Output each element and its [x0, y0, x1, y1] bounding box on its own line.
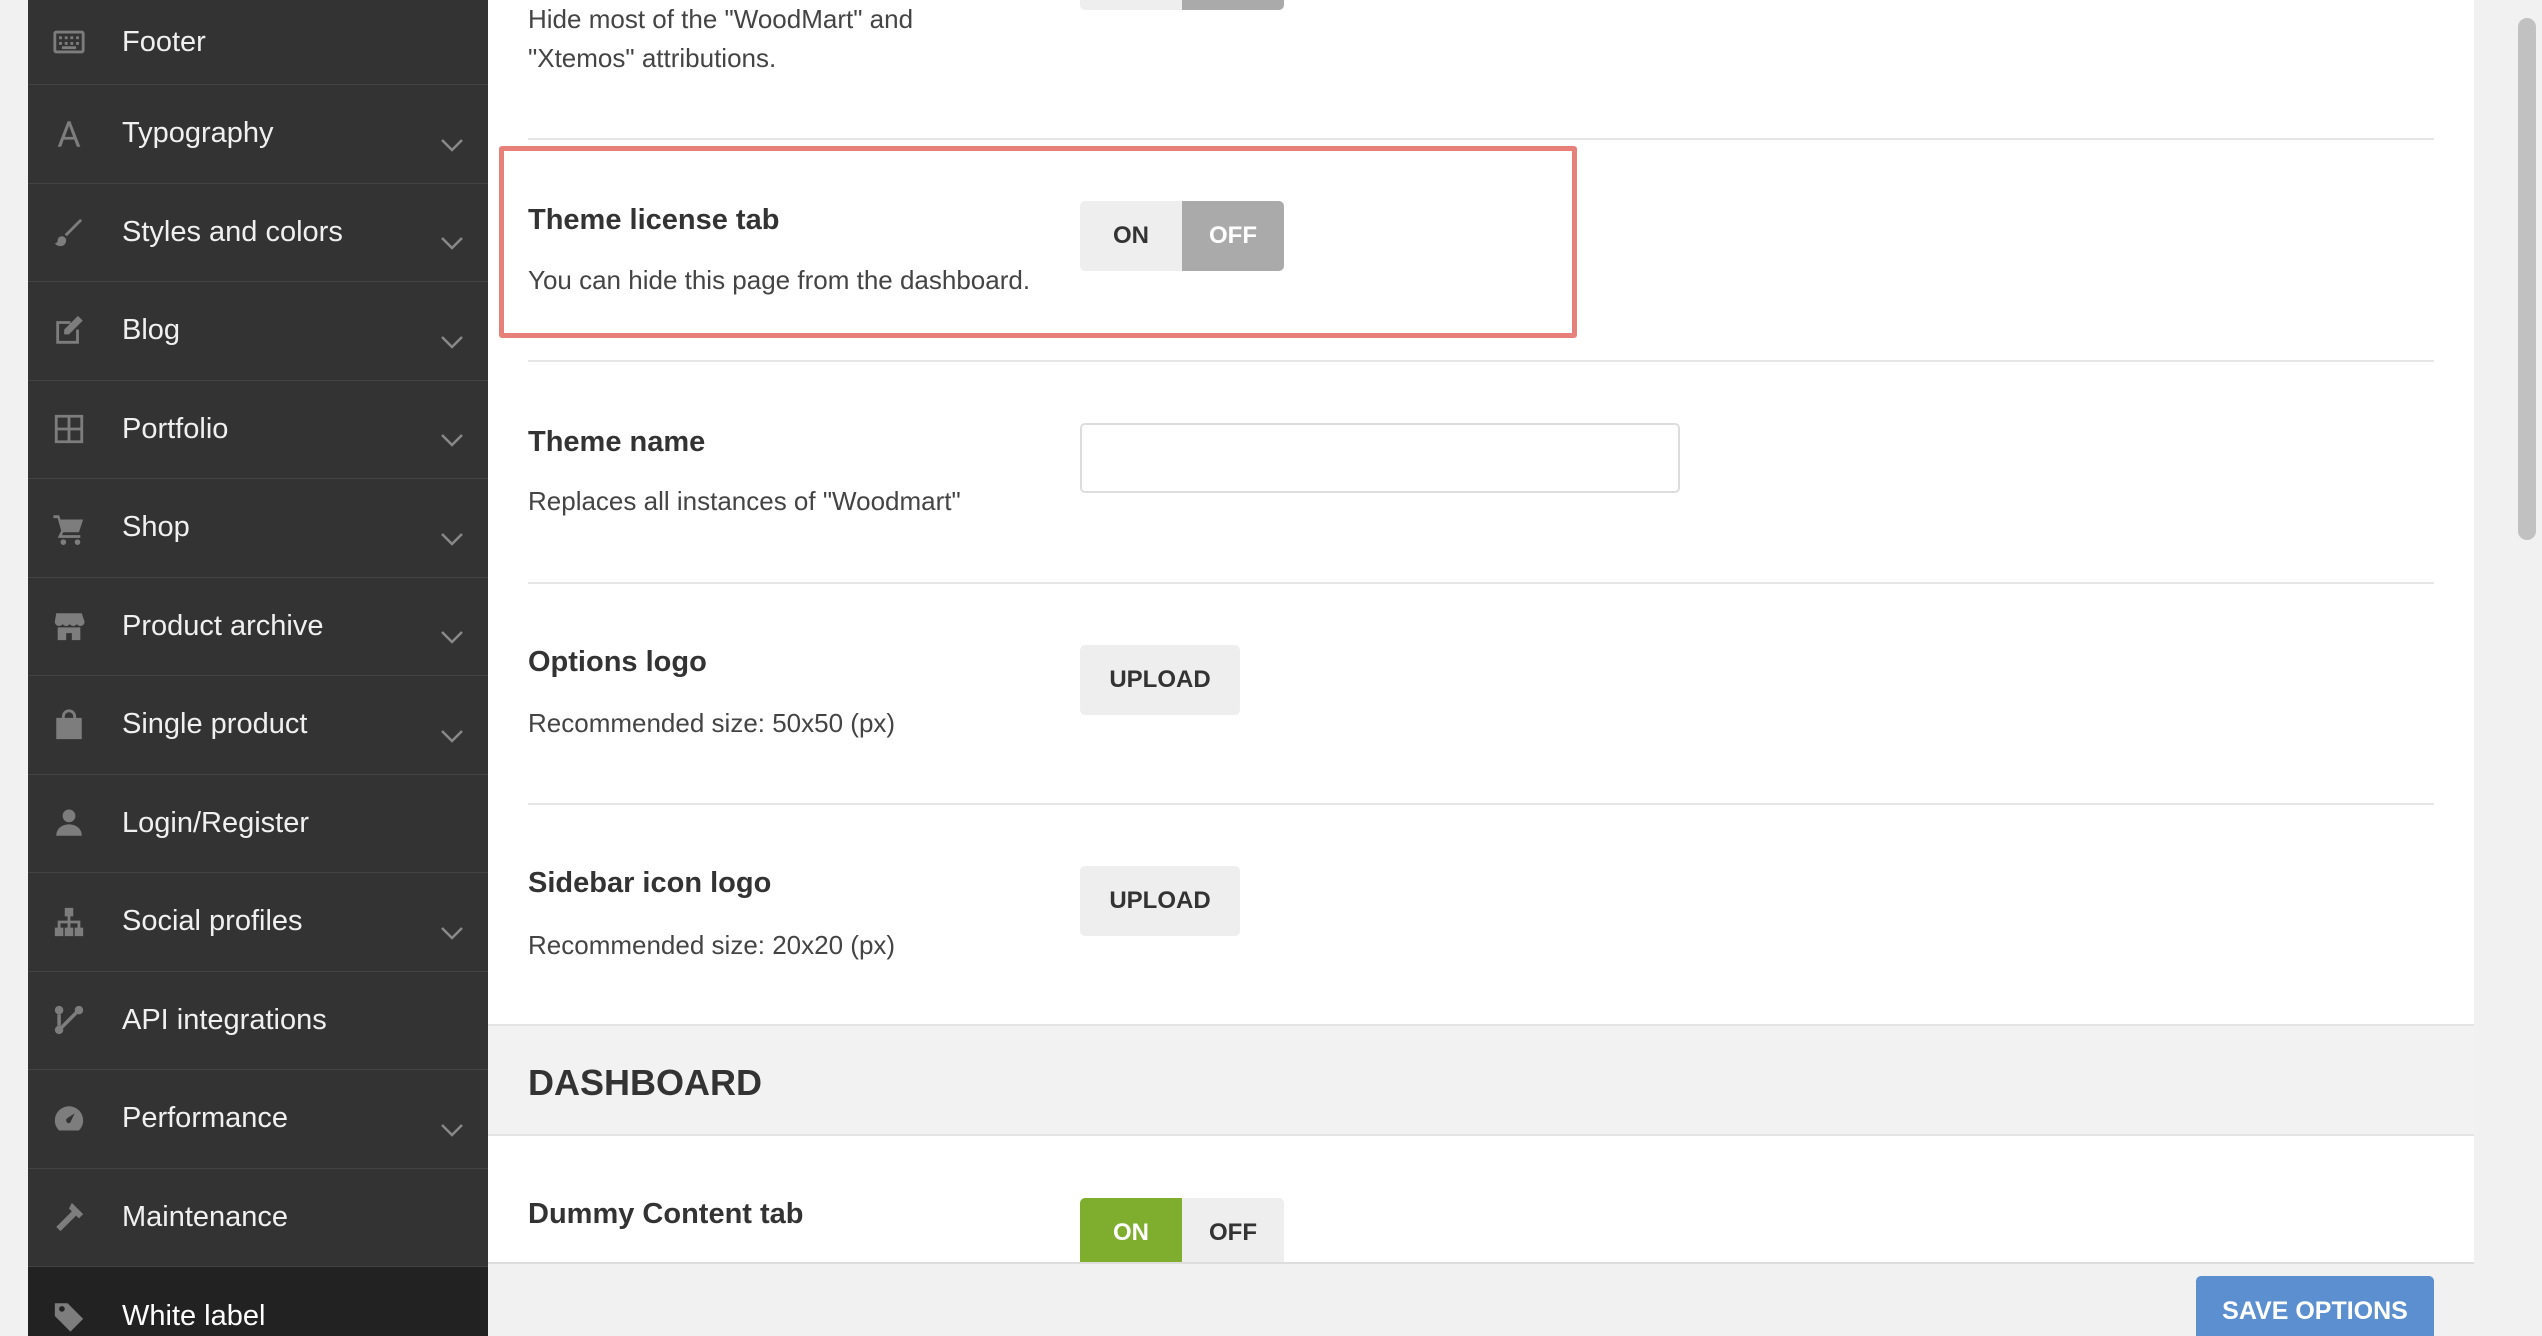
dashboard-icon [52, 1102, 86, 1136]
option-title: Sidebar icon logo [528, 867, 772, 899]
sidebar-item-label: Single product [122, 708, 308, 741]
sidebar-item-footer[interactable]: Footer [28, 0, 488, 85]
option-options-logo: Options logo Recommended size: 50x50 (px… [528, 584, 2434, 805]
chevron-down-icon[interactable] [440, 225, 464, 251]
option-title: Options logo [528, 646, 707, 678]
bag-icon [52, 708, 86, 742]
sidebar-item-white-label[interactable]: White label [28, 1267, 488, 1336]
toggle-on[interactable]: ON [1080, 1198, 1182, 1268]
sidebar-item-label: API integrations [122, 1003, 327, 1036]
sidebar-icon-logo-upload-button[interactable]: UPLOAD [1080, 866, 1240, 936]
options-logo-upload-button[interactable]: UPLOAD [1080, 645, 1240, 715]
sidebar-item-login-register[interactable]: Login/Register [28, 775, 488, 873]
store-icon [52, 609, 86, 643]
sidebar-item-label: Blog [122, 314, 181, 347]
sidebar-item-label: White label [122, 1299, 266, 1332]
brush-icon [52, 215, 86, 249]
sidebar-item-social-profiles[interactable]: Social profiles [28, 873, 488, 972]
sidebar-item-label: Maintenance [122, 1200, 289, 1233]
sidebar-item-single-product[interactable]: Single product [28, 676, 488, 775]
sidebar-item-typography[interactable]: Typography [28, 85, 488, 184]
sidebar-item-maintenance[interactable]: Maintenance [28, 1169, 488, 1267]
attributions-toggle[interactable] [1080, 0, 1284, 10]
option-description: Recommended size: 20x20 (px) [528, 930, 896, 960]
chevron-down-icon[interactable] [440, 324, 464, 349]
sidebar-item-label: Styles and colors [122, 215, 343, 248]
section-heading-dashboard: DASHBOARD [488, 1024, 2474, 1136]
save-bar: SAVE OPTIONS [488, 1262, 2474, 1336]
sitemap-icon [52, 905, 86, 939]
chevron-down-icon[interactable] [440, 422, 464, 448]
sidebar-item-styles-and-colors[interactable]: Styles and colors [28, 184, 488, 282]
dummy-content-tab-toggle[interactable]: ON OFF [1080, 1198, 1284, 1268]
sidebar-item-api-integrations[interactable]: API integrations [28, 972, 488, 1070]
toggle-on[interactable] [1080, 0, 1182, 10]
sidebar-item-label: Performance [122, 1102, 289, 1135]
sidebar-item-label: Login/Register [122, 806, 309, 839]
sidebar-item-product-archive[interactable]: Product archive [28, 578, 488, 676]
chevron-down-icon[interactable] [440, 1112, 464, 1137]
sidebar-item-blog[interactable]: Blog [28, 282, 488, 381]
option-attributions: Hide most of the "WoodMart" and "Xtemos"… [528, 0, 2434, 140]
scrollbar-thumb[interactable] [2518, 18, 2536, 540]
option-title: Theme name [528, 426, 706, 458]
sidebar-item-label: Footer [122, 25, 206, 58]
hammer-icon [52, 1200, 86, 1234]
sidebar-item-label: Portfolio [122, 412, 229, 445]
connection-icon [52, 1003, 86, 1037]
sidebar-item-performance[interactable]: Performance [28, 1070, 488, 1169]
theme-name-input[interactable] [1080, 423, 1680, 493]
sidebar: Footer Typography Styles and colors Blog… [28, 0, 488, 1336]
sidebar-item-label: Typography [122, 117, 274, 150]
cart-icon [52, 511, 86, 545]
edit-icon [52, 314, 86, 348]
chevron-down-icon[interactable] [440, 521, 464, 546]
tag-icon [52, 1299, 86, 1333]
option-description: Recommended size: 50x50 (px) [528, 708, 896, 738]
sidebar-item-label: Social profiles [122, 905, 303, 938]
option-description: Replaces all instances of "Woodmart" [528, 486, 961, 516]
option-sidebar-icon-logo: Sidebar icon logo Recommended size: 20x2… [528, 805, 2434, 1024]
toggle-off[interactable] [1182, 0, 1284, 10]
user-icon [52, 806, 86, 840]
option-description: Hide most of the "WoodMart" and "Xtemos"… [528, 4, 914, 73]
highlight-box [499, 146, 1577, 338]
chevron-down-icon[interactable] [440, 915, 464, 940]
typography-icon [52, 117, 86, 151]
grid-icon [52, 412, 86, 446]
chevron-down-icon[interactable] [440, 619, 464, 645]
section-title: DASHBOARD [528, 1062, 762, 1103]
save-options-button[interactable]: SAVE OPTIONS [2196, 1276, 2434, 1336]
sidebar-item-portfolio[interactable]: Portfolio [28, 381, 488, 479]
option-title: Dummy Content tab [528, 1198, 804, 1230]
sidebar-item-shop[interactable]: Shop [28, 479, 488, 578]
chevron-down-icon[interactable] [440, 127, 464, 152]
sidebar-item-label: Shop [122, 511, 190, 544]
chevron-down-icon[interactable] [440, 718, 464, 743]
toggle-off[interactable]: OFF [1182, 1198, 1284, 1268]
option-theme-name: Theme name Replaces all instances of "Wo… [528, 362, 2434, 584]
sidebar-item-label: Product archive [122, 609, 324, 642]
footer-icon [52, 25, 86, 59]
